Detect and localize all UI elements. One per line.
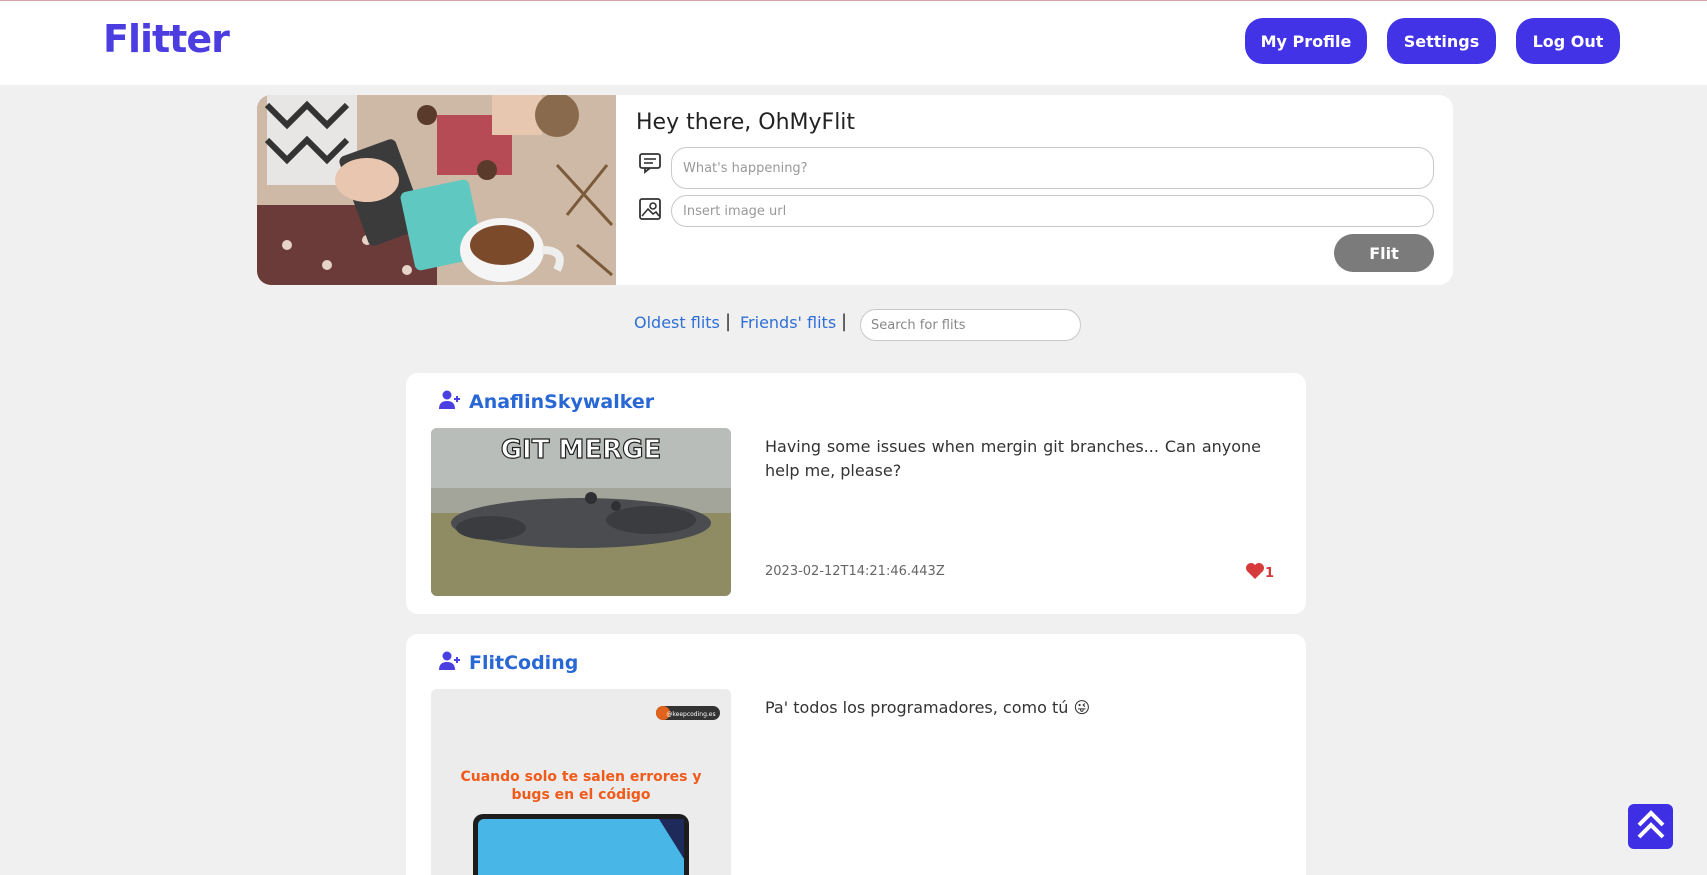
flit-author: FlitCoding	[439, 650, 578, 676]
top-navbar: Flitter My Profile Settings Log Out	[0, 1, 1707, 85]
filter-separator: |	[841, 311, 848, 332]
flit-card: FlitCoding @keepcoding.es Cuando solo te…	[406, 634, 1306, 875]
image-icon	[638, 197, 662, 221]
user-plus-icon[interactable]	[439, 651, 461, 675]
svg-text:Cuando solo te salen errores y: Cuando solo te salen errores y	[460, 769, 701, 785]
flit-text: Having some issues when mergin git branc…	[765, 437, 1261, 480]
flit-text-input[interactable]: What's happening?	[671, 147, 1434, 189]
user-plus-icon[interactable]	[439, 390, 461, 414]
search-flits-input[interactable]: Search for flits	[860, 309, 1081, 341]
my-profile-button[interactable]: My Profile	[1245, 18, 1367, 64]
like-count: 1	[1265, 565, 1275, 581]
scroll-to-top-button[interactable]	[1628, 804, 1673, 849]
settings-button[interactable]: Settings	[1387, 18, 1496, 64]
image-url-input[interactable]: Insert image url	[671, 195, 1434, 227]
feed-filters: Oldest flits | Friends' flits | Search f…	[0, 309, 1707, 341]
oldest-flits-link[interactable]: Oldest flits	[634, 313, 720, 332]
flit-submit-button[interactable]: Flit	[1334, 234, 1434, 272]
flit-text: Pa' todos los programadores, como tú 😜	[765, 698, 1091, 717]
filter-separator: |	[725, 311, 732, 332]
username-link[interactable]: AnaflinSkywalker	[469, 391, 654, 413]
flit-timestamp: 2023-02-12T14:21:46.443Z	[765, 564, 945, 579]
flit-image: GIT MERGE	[431, 428, 731, 596]
flit-image: @keepcoding.es Cuando solo te salen erro…	[431, 689, 731, 875]
flit-image-caption: GIT MERGE	[501, 435, 662, 465]
composer-banner-image	[257, 95, 616, 285]
composer-greeting: Hey there, OhMyFlit	[636, 110, 856, 135]
double-chevron-up-icon	[1634, 808, 1668, 846]
flit-composer: Hey there, OhMyFlit What's happening? In…	[257, 95, 1453, 285]
flit-author: AnaflinSkywalker	[439, 389, 654, 415]
friends-flits-link[interactable]: Friends' flits	[740, 313, 836, 332]
message-icon	[638, 151, 662, 175]
app-logo[interactable]: Flitter	[103, 17, 230, 61]
username-link[interactable]: FlitCoding	[469, 652, 578, 674]
heart-icon[interactable]	[1245, 562, 1265, 584]
flit-card: AnaflinSkywalker GIT MERGE Having some i…	[406, 373, 1306, 614]
logout-button[interactable]: Log Out	[1516, 18, 1620, 64]
svg-text:bugs en el código: bugs en el código	[511, 787, 650, 803]
flit-image-badge: @keepcoding.es	[666, 711, 715, 718]
like-counter[interactable]: 1	[1245, 562, 1274, 584]
